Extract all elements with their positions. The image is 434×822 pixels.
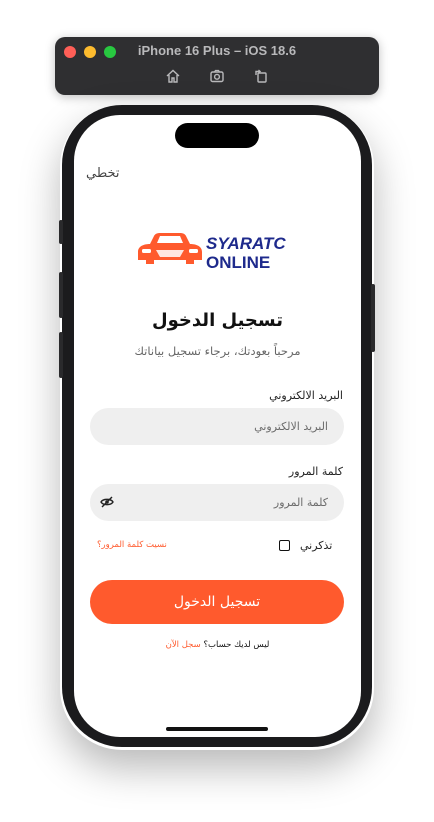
eye-slash-icon[interactable] — [100, 496, 114, 508]
app-logo: SYARATC ONLINE — [138, 233, 286, 272]
page-subtitle: مرحباً بعودتك، برجاء تسجيل بياناتك — [134, 344, 301, 358]
login-button[interactable]: تسجيل الدخول — [90, 580, 344, 624]
email-field[interactable] — [90, 408, 344, 445]
phone-screen: تخطي SYARATC ONLINE تسجيل الدخول مرحباً … — [74, 115, 361, 737]
screenshot-icon[interactable] — [208, 67, 226, 85]
remember-me-checkbox[interactable] — [279, 540, 290, 551]
password-field[interactable] — [90, 484, 344, 521]
simulator-toolbar: iPhone 16 Plus – iOS 18.6 — [55, 37, 379, 95]
page-title: تسجيل الدخول — [152, 310, 283, 331]
dynamic-island — [175, 123, 259, 148]
rotate-icon[interactable] — [252, 67, 270, 85]
volume-up-button — [59, 272, 63, 318]
logo-line2: ONLINE — [206, 253, 270, 272]
logo-line1: SYARATC — [206, 234, 286, 253]
signup-link[interactable]: سجل الآن — [166, 640, 201, 650]
email-label: البريد الالكتروني — [269, 389, 343, 402]
power-button — [371, 284, 375, 352]
remember-me-toggle[interactable]: تذكرني — [279, 539, 332, 552]
remember-me-label: تذكرني — [300, 539, 333, 552]
volume-down-button — [59, 332, 63, 378]
password-label: كلمة المرور — [288, 465, 343, 478]
simulator-title: iPhone 16 Plus – iOS 18.6 — [137, 43, 297, 58]
action-button — [59, 220, 63, 244]
forgot-password-link[interactable]: نسيت كلمة المرور؟ — [97, 540, 167, 550]
home-indicator — [166, 727, 268, 731]
signup-prompt: ليس لديك حساب؟ سجل الآن — [74, 640, 361, 650]
skip-button[interactable]: تخطي — [86, 166, 120, 181]
home-icon[interactable] — [164, 67, 182, 85]
signup-prompt-text: ليس لديك حساب؟ — [203, 640, 270, 650]
